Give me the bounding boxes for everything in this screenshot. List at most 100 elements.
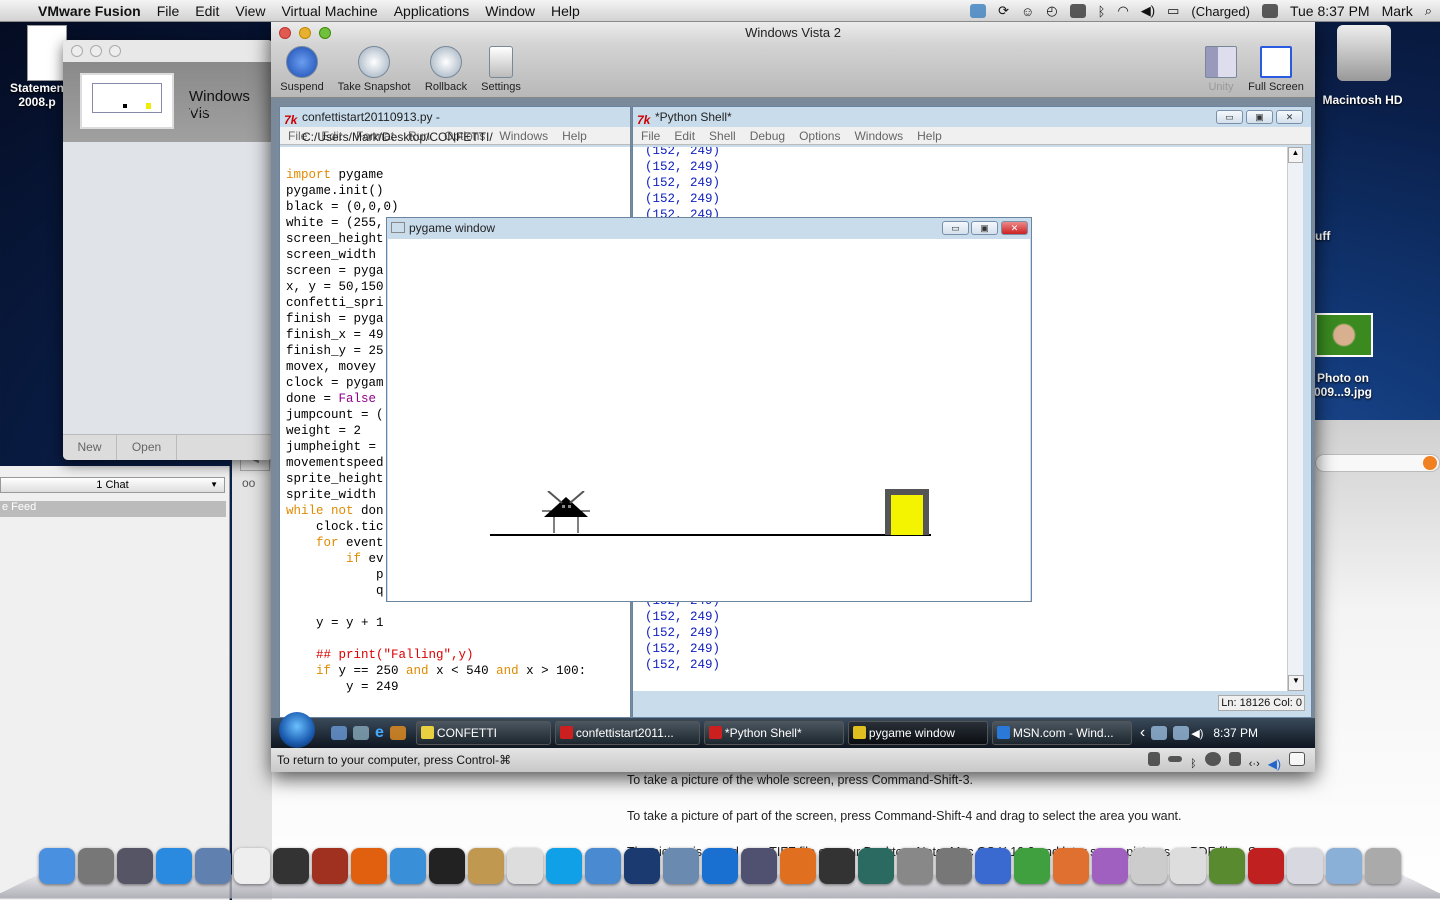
scripteditor-icon[interactable] (741, 848, 777, 884)
quicktime-icon[interactable] (624, 848, 660, 884)
close-button[interactable] (279, 27, 291, 39)
desktop-icon-statement[interactable]: Statemen 2008.p (5, 25, 67, 109)
excel-icon[interactable] (1014, 848, 1050, 884)
minimize-button[interactable] (90, 45, 102, 57)
full-screen-button[interactable]: Full Screen (1245, 46, 1307, 93)
calendar-icon[interactable] (234, 848, 270, 884)
shell-titlebar[interactable]: 7k *Python Shell* ▭ ▣ ✕ (633, 107, 1311, 127)
menu-file[interactable]: File (149, 3, 188, 19)
scroll-up-arrow[interactable]: ▲ (1288, 147, 1303, 163)
menu-windows[interactable]: Windows (499, 127, 548, 144)
launchpad-icon[interactable] (78, 848, 114, 884)
clock[interactable]: Tue 8:37 PM (1290, 3, 1370, 19)
zoom-button[interactable] (319, 27, 331, 39)
desktop-icon-macintosh-hd[interactable]: Macintosh HD (1315, 25, 1410, 107)
maximize-button[interactable]: ▣ (1246, 110, 1273, 124)
volume-icon[interactable]: ◀) (1191, 727, 1203, 740)
network-icon[interactable] (1151, 726, 1168, 740)
webcam-icon[interactable] (1148, 752, 1161, 766)
cd-icon[interactable] (1204, 752, 1221, 766)
skype-icon[interactable] (546, 848, 582, 884)
powerpoint-icon[interactable] (1053, 848, 1089, 884)
menu-help[interactable]: Help (917, 127, 942, 144)
hard-disk-icon[interactable] (1168, 756, 1183, 762)
entourage-icon[interactable] (1092, 848, 1128, 884)
imovie-icon[interactable] (819, 848, 855, 884)
taskbar-item[interactable]: CONFETTI (415, 721, 551, 745)
pygame-titlebar[interactable]: pygame window ▭ ▣ ✕ (387, 218, 1031, 238)
spotlight-icon[interactable]: ⌕ (1425, 3, 1432, 19)
address-book-icon[interactable] (468, 848, 504, 884)
documents-icon[interactable] (1287, 848, 1323, 884)
battery-status[interactable]: (Charged) (1191, 4, 1250, 19)
dvd-player-icon[interactable] (273, 848, 309, 884)
suspend-button[interactable]: Suspend (277, 46, 327, 93)
volume-icon[interactable]: ◀) (1141, 3, 1155, 19)
sound-icon[interactable]: ◀) (1268, 752, 1281, 776)
chat-dropdown[interactable]: 1 Chat ▼ (0, 477, 225, 493)
dashboard-icon[interactable] (117, 848, 153, 884)
close-button[interactable]: ✕ (1276, 110, 1303, 124)
scanner-icon[interactable] (897, 848, 933, 884)
aperture-icon[interactable] (429, 848, 465, 884)
minimize-button[interactable]: ▭ (942, 221, 969, 235)
user-menu[interactable]: Mark (1382, 3, 1413, 19)
wifi-icon[interactable]: ◠ (1117, 3, 1128, 19)
maximize-button[interactable]: ▣ (971, 221, 998, 235)
menu-options[interactable]: Options (799, 127, 840, 144)
menu-virtual-machine[interactable]: Virtual Machine (273, 3, 385, 19)
accessibility-icon[interactable]: ☺ (1021, 4, 1034, 19)
taskbar-item[interactable]: confettistart2011... (554, 721, 700, 745)
safari-icon[interactable] (390, 848, 426, 884)
menu-shell[interactable]: Shell (709, 127, 736, 144)
photo-booth-icon[interactable] (312, 848, 348, 884)
pygame-canvas[interactable] (388, 239, 1030, 601)
close-button[interactable]: ✕ (1001, 221, 1028, 235)
menu-edit[interactable]: Edit (674, 127, 695, 144)
word-icon[interactable] (975, 848, 1011, 884)
shell-scrollbar[interactable]: ▲ ▼ (1287, 147, 1304, 691)
scroll-down-arrow[interactable]: ▼ (1288, 675, 1304, 691)
open-vm-button[interactable]: Open (117, 435, 177, 460)
new-vm-button[interactable]: New (63, 435, 117, 460)
menu-applications[interactable]: Applications (386, 3, 478, 19)
taskbar-item[interactable]: pygame window (847, 721, 988, 745)
grapher-icon[interactable] (1131, 848, 1167, 884)
floppy-icon[interactable] (1228, 752, 1241, 766)
battery-icon[interactable]: ▭ (1167, 3, 1179, 19)
reader-icon[interactable]: oo (242, 476, 272, 490)
downloads-icon[interactable] (1326, 848, 1362, 884)
desktop-icon-label-partial[interactable]: uff (1315, 229, 1330, 243)
bluetooth-icon[interactable]: ᛒ (1190, 752, 1197, 776)
minimize-button[interactable] (299, 27, 311, 39)
feed-label[interactable]: e Feed (0, 501, 226, 517)
menu-app[interactable]: VMware Fusion (30, 3, 149, 19)
guest-screen[interactable]: 7k confettistart20110913.py - C:/Users/Ma… (271, 98, 1315, 748)
time-machine-icon[interactable] (858, 848, 894, 884)
itunes-icon[interactable] (702, 848, 738, 884)
unity-button[interactable]: Unity (1201, 46, 1241, 93)
menu-windows[interactable]: Windows (854, 127, 903, 144)
vm-thumbnail[interactable] (80, 73, 174, 129)
switch-windows-icon[interactable] (353, 726, 369, 740)
take-snapshot-button[interactable]: Take Snapshot (334, 46, 414, 93)
rollback-button[interactable]: Rollback (421, 46, 471, 93)
app-store-icon[interactable] (156, 848, 192, 884)
desktop-icon-photo[interactable]: Photo on 009...9.jpg (1313, 313, 1383, 399)
keynote-icon[interactable] (780, 848, 816, 884)
help-search-field[interactable] (1315, 454, 1440, 472)
firefox-icon[interactable] (351, 848, 387, 884)
system-preferences-icon[interactable] (936, 848, 972, 884)
minecraft-icon[interactable] (1209, 848, 1245, 884)
activity-table-icon[interactable] (1170, 848, 1206, 884)
iphoto-icon[interactable] (663, 848, 699, 884)
internet-explorer-icon[interactable]: e (375, 724, 384, 742)
zoom-button[interactable] (109, 45, 121, 57)
minimize-button[interactable]: ▭ (1216, 110, 1243, 124)
menu-edit[interactable]: Edit (187, 3, 227, 19)
taskbar-item[interactable]: *Python Shell* (703, 721, 844, 745)
calendar-icon[interactable] (1261, 4, 1278, 18)
settings-button[interactable]: Settings (476, 46, 526, 93)
tray-chevron-icon[interactable]: ‹ (1140, 724, 1145, 742)
media-player-icon[interactable] (389, 726, 406, 740)
